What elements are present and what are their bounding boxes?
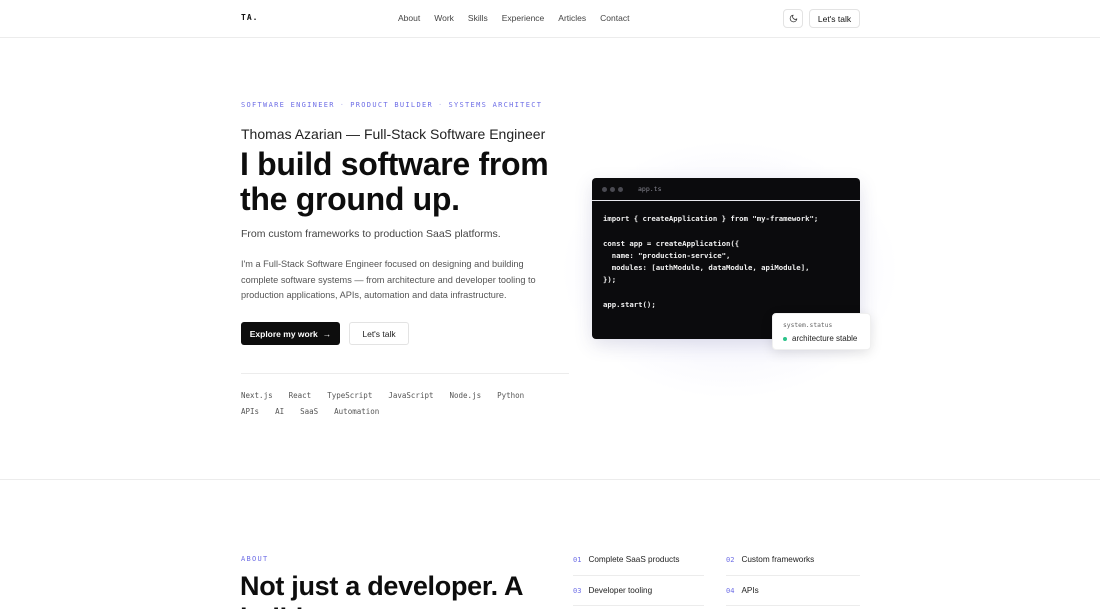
window-dot-icon	[602, 186, 607, 192]
feature-number: 03	[573, 587, 582, 595]
feature-label: Custom frameworks	[741, 555, 815, 564]
feature-number: 02	[726, 556, 735, 564]
feature-label: Complete SaaS products	[588, 555, 680, 564]
nav-skills[interactable]: Skills	[468, 13, 488, 23]
tech-stack-list: Next.js React TypeScript JavaScript Node.js P…	[241, 388, 571, 420]
status-dot-icon	[783, 336, 787, 341]
tech-item: SaaS	[300, 407, 319, 416]
feature-number: 04	[726, 587, 735, 595]
feature-item: 01 Complete SaaS products	[573, 555, 679, 564]
logo[interactable]: TA.	[241, 13, 258, 22]
tech-item: APIs	[241, 407, 260, 416]
tagline-role-2: PRODUCT BUILDER	[350, 101, 433, 109]
feature-divider	[726, 605, 860, 606]
tech-item: Python	[497, 391, 525, 400]
tech-item: Next.js	[241, 391, 273, 400]
feature-divider	[726, 575, 860, 576]
feature-label: Developer tooling	[588, 586, 653, 595]
hero-tagline: SOFTWARE ENGINEER · PRODUCT BUILDER · SYSTEM…	[241, 101, 542, 109]
feature-item: 04 APIs	[726, 586, 759, 595]
nav-work[interactable]: Work	[434, 13, 454, 23]
tech-item: Automation	[334, 407, 380, 416]
window-dot-icon	[618, 186, 623, 192]
status-value: architecture stable	[792, 334, 858, 343]
nav-contact[interactable]: Contact	[600, 13, 629, 23]
nav-articles[interactable]: Articles	[558, 13, 586, 23]
hero-subtitle: Thomas Azarian — Full-Stack Software Eng…	[241, 126, 546, 142]
tech-item: TypeScript	[327, 391, 373, 400]
status-label: system.status	[783, 322, 833, 329]
hero-description: I'm a Full-Stack Software Engineer focus…	[241, 259, 536, 300]
nav-about[interactable]: About	[398, 13, 420, 23]
tech-item: JavaScript	[388, 391, 434, 400]
code-snippet: import { createApplication } from "my-fr…	[603, 214, 819, 310]
explore-work-button[interactable]: Explore my work →	[241, 322, 340, 345]
lets-talk-button[interactable]: Let's talk	[349, 322, 409, 345]
tech-item: React	[288, 391, 312, 400]
feature-item: 02 Custom frameworks	[726, 555, 814, 564]
about-section-tag: ABOUT	[241, 555, 269, 563]
tagline-separator: ·	[437, 101, 444, 109]
explore-work-label: Explore my work	[249, 328, 318, 339]
tagline-role-1: SOFTWARE ENGINEER	[241, 101, 335, 109]
feature-divider	[573, 575, 704, 576]
arrow-right-icon: →	[322, 328, 332, 339]
tagline-role-3: SYSTEMS ARCHITECT	[448, 101, 543, 109]
feature-label: APIs	[741, 586, 759, 595]
hero-headline: I build software from the ground up.	[240, 146, 549, 217]
feature-divider	[573, 605, 704, 606]
hero-lead: From custom frameworks to production Saa…	[241, 228, 501, 240]
section-divider	[0, 479, 1100, 480]
tech-item: Node.js	[449, 391, 482, 400]
tagline-separator: ·	[339, 101, 346, 109]
site-header: TA. About Work Skills Experience Article…	[0, 0, 1100, 38]
nav-experience[interactable]: Experience	[502, 13, 545, 23]
about-title: Not just a developer. A builder.	[240, 571, 523, 609]
feature-item: 03 Developer tooling	[573, 586, 652, 595]
status-value-row: architecture stable	[783, 334, 857, 343]
feature-number: 01	[573, 556, 582, 564]
hero-divider	[241, 373, 569, 374]
theme-toggle-button[interactable]	[783, 9, 803, 28]
main-nav: About Work Skills Experience Articles Co…	[398, 13, 643, 23]
system-status-card: system.status architecture stable	[772, 313, 871, 350]
window-dot-icon	[610, 186, 615, 192]
tech-item: AI	[275, 407, 285, 416]
header-lets-talk-button[interactable]: Let's talk	[809, 9, 860, 28]
moon-icon	[789, 14, 797, 23]
code-filename: app.ts	[638, 185, 662, 193]
code-window-titlebar: app.ts	[592, 178, 860, 201]
